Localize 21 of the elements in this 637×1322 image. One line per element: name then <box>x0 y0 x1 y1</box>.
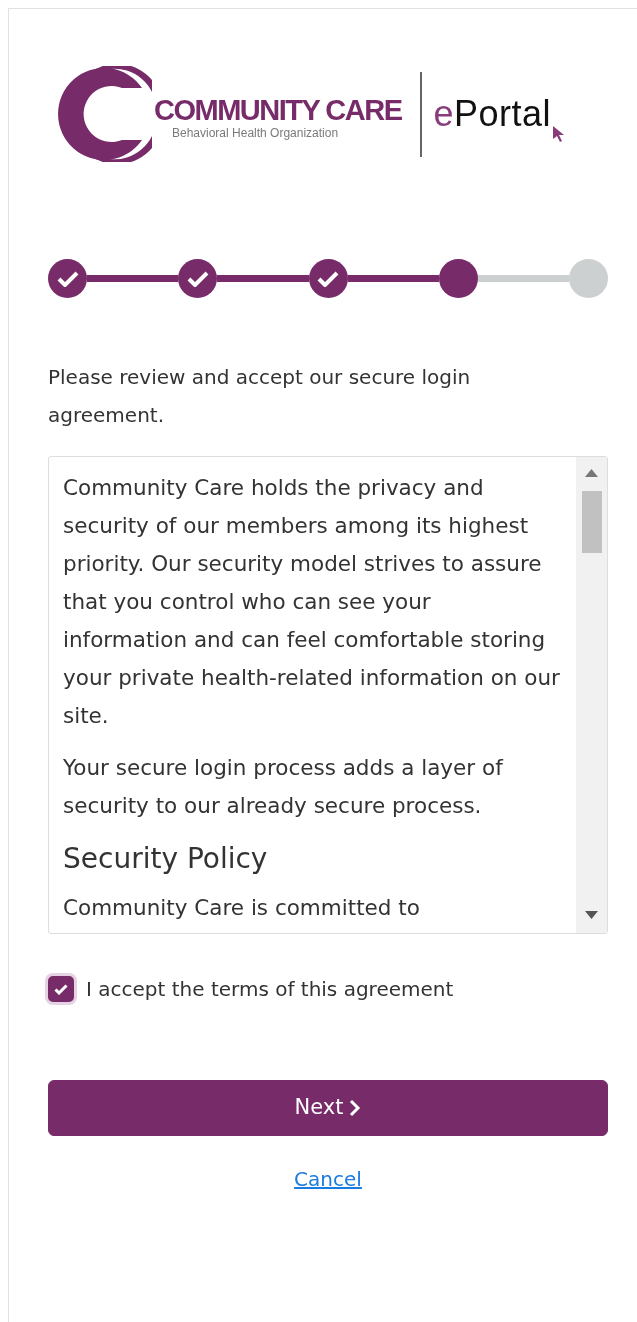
product-name: ePortal <box>433 92 552 136</box>
scroll-down-icon[interactable] <box>585 911 598 919</box>
logo-name: COMMUNITY CARE <box>154 95 402 125</box>
section-heading: Security Policy <box>63 841 269 877</box>
agreement-paragraph: Your secure login process adds a layer of security to our already secure process. <box>63 754 505 820</box>
agreement-paragraph: Community Care holds the privacy and security of our members among its highest priority. Our security model strives to assure that you control who can see your information and can feel comfortable storing your private health-related information on our site. <box>63 474 560 730</box>
scrollbar[interactable] <box>576 457 607 933</box>
cancel-link[interactable]: Cancel <box>294 1167 362 1191</box>
instruction-text: Please review and accept our secure login agreement. <box>48 364 472 429</box>
logo-tagline: Behavioral Health Organization <box>172 126 340 139</box>
check-icon <box>317 270 339 287</box>
check-icon <box>56 270 79 287</box>
chevron-right-icon <box>349 1099 362 1117</box>
accept-label[interactable]: I accept the terms of this agreement <box>86 974 454 1004</box>
check-icon <box>186 270 209 287</box>
scroll-thumb[interactable] <box>582 491 602 553</box>
agreement-paragraph: Community Care is committed to <box>63 894 421 922</box>
check-icon <box>54 983 68 995</box>
scroll-up-icon[interactable] <box>585 469 598 477</box>
accept-checkbox[interactable] <box>48 976 74 1002</box>
next-button[interactable]: Next <box>48 1080 608 1136</box>
